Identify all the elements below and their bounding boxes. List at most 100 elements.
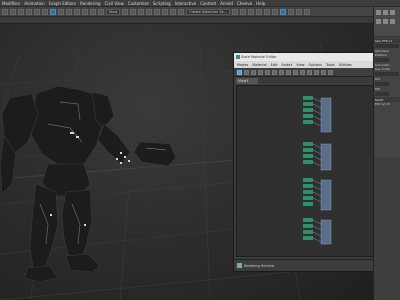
- display-tab-icon[interactable]: [383, 19, 388, 24]
- snap-icon[interactable]: [146, 8, 153, 15]
- schematic-view-icon[interactable]: [272, 8, 279, 15]
- key-mode-field[interactable]: [375, 72, 399, 76]
- node-view-canvas[interactable]: [236, 85, 374, 257]
- rotate-icon[interactable]: [90, 8, 96, 15]
- hide-unused-icon[interactable]: [279, 69, 284, 75]
- menu-item-interactive[interactable]: Interactive: [175, 1, 197, 6]
- render-setup-icon[interactable]: [288, 8, 295, 15]
- link-icon[interactable]: [18, 8, 24, 15]
- slate-menu-modes[interactable]: Modes: [237, 63, 248, 67]
- menu-item-help[interactable]: Help: [256, 1, 265, 6]
- toggle-ribbon-icon[interactable]: [256, 8, 263, 15]
- material-map-navigator-icon[interactable]: [314, 69, 319, 75]
- select-tool-icon[interactable]: [237, 69, 242, 75]
- utilities-tab-icon[interactable]: [390, 19, 395, 24]
- slate-toolbar: [234, 68, 375, 77]
- move-icon[interactable]: [82, 8, 88, 15]
- select-object-icon[interactable]: [50, 8, 56, 15]
- show-background-icon[interactable]: [293, 69, 298, 75]
- layer-explorer-icon[interactable]: [248, 8, 255, 15]
- material-node-group-1: [303, 96, 332, 133]
- material-node-group-4: [303, 218, 332, 245]
- scale-icon[interactable]: [98, 8, 104, 15]
- ribbon-bar: [0, 17, 373, 24]
- slate-menu-view[interactable]: View: [296, 63, 304, 67]
- assign-material-icon[interactable]: [258, 69, 263, 75]
- rectangular-selection-icon[interactable]: [66, 8, 72, 15]
- motion-tab-icon[interactable]: [376, 19, 381, 24]
- slate-menu-bar: Modes Material Edit Select View Options …: [234, 61, 375, 68]
- menu-item-scripting[interactable]: Scripting: [153, 1, 171, 6]
- undo-icon[interactable]: [2, 8, 8, 15]
- filter-icon[interactable]: [42, 8, 48, 15]
- select-by-material-icon[interactable]: [328, 69, 333, 75]
- material-node-group-3: [303, 178, 332, 211]
- bind-icon[interactable]: [34, 8, 40, 15]
- select-manipulate-icon[interactable]: [130, 8, 137, 15]
- put-to-scene-icon[interactable]: [251, 69, 256, 75]
- parameter-editor-icon[interactable]: [321, 69, 326, 75]
- position-label: Position: [375, 53, 387, 57]
- rendered-frame-icon[interactable]: [296, 8, 303, 15]
- keyboard-shortcut-icon[interactable]: [138, 8, 145, 15]
- spinner-snap-icon[interactable]: [170, 8, 177, 15]
- percent-snap-icon[interactable]: [162, 8, 169, 15]
- redo-icon[interactable]: [10, 8, 16, 15]
- select-by-name-icon[interactable]: [58, 8, 64, 15]
- mtl-label: Mtl: [375, 87, 380, 91]
- slate-title-bar[interactable]: Slate Material Editor: [234, 53, 375, 61]
- menu-item-graph-editors[interactable]: Graph Editors: [49, 1, 76, 6]
- slate-menu-options[interactable]: Options: [309, 63, 323, 67]
- reference-coordinate-dropdown[interactable]: View: [106, 8, 121, 15]
- delete-icon[interactable]: [265, 69, 270, 75]
- render-production-icon[interactable]: [304, 8, 311, 15]
- material-editor-icon[interactable]: [280, 8, 287, 15]
- menu-item-cheeva[interactable]: Cheeva: [237, 1, 252, 6]
- material-node-group-2: [303, 142, 332, 171]
- hierarchy-tab-icon[interactable]: [390, 10, 395, 15]
- layout-all-icon[interactable]: [300, 69, 305, 75]
- material-editor-icon: [236, 55, 240, 59]
- move-children-icon[interactable]: [272, 69, 277, 75]
- main-menu-bar: Modifiers Animation Graph Editors Render…: [0, 0, 400, 7]
- slate-menu-select[interactable]: Select: [281, 63, 292, 67]
- mtl-field[interactable]: [375, 92, 389, 96]
- tab-view1[interactable]: View1: [236, 78, 258, 84]
- command-panel-tabs: [374, 7, 400, 37]
- menu-item-customize[interactable]: Customize: [128, 1, 149, 6]
- slate-menu-tools[interactable]: Tools: [326, 63, 335, 67]
- slate-title: Slate Material Editor: [241, 55, 277, 59]
- menu-item-civil-view[interactable]: Civil View: [105, 1, 124, 6]
- edit-named-selection-icon[interactable]: [178, 8, 185, 15]
- window-crossing-icon[interactable]: [74, 8, 80, 15]
- unlink-icon[interactable]: [26, 8, 32, 15]
- modifier-list-dropdown[interactable]: [375, 44, 399, 48]
- pivot-icon[interactable]: [122, 8, 129, 15]
- material-node-graph: [303, 96, 332, 245]
- slate-menu-material[interactable]: Material: [252, 63, 266, 67]
- modify-tab-icon[interactable]: [383, 10, 388, 15]
- slate-menu-utilities[interactable]: Utilities: [339, 63, 352, 67]
- layout-children-icon[interactable]: [307, 69, 312, 75]
- slate-material-editor-window[interactable]: Slate Material Editor Modes Material Edi…: [233, 52, 376, 272]
- menu-item-arnold[interactable]: Arnold: [220, 1, 233, 6]
- curve-editor-icon[interactable]: [264, 8, 271, 15]
- angle-snap-icon[interactable]: [154, 8, 161, 15]
- menu-item-content[interactable]: Content: [200, 1, 216, 6]
- menu-item-modifiers[interactable]: Modifiers: [2, 1, 20, 6]
- slate-menu-edit[interactable]: Edit: [271, 63, 278, 67]
- named-selection-dropdown[interactable]: Create Selection Se...: [186, 8, 231, 15]
- modifier-section-title[interactable]: Skin FFD (1: [374, 38, 400, 43]
- slate-status-bar: Rendering finished: [234, 259, 375, 271]
- create-tab-icon[interactable]: [376, 10, 381, 15]
- mirror-icon[interactable]: [232, 8, 239, 15]
- pick-material-icon[interactable]: [244, 69, 249, 75]
- mtl-cyl-label: Mtl Cyl Ch: [375, 102, 391, 106]
- menu-item-animation[interactable]: Animation: [24, 1, 44, 6]
- show-map-icon[interactable]: [286, 69, 291, 75]
- rot-field[interactable]: [375, 82, 389, 86]
- position-field[interactable]: [375, 58, 389, 62]
- command-panel-empty-area: [374, 157, 400, 300]
- align-icon[interactable]: [240, 8, 247, 15]
- menu-item-rendering[interactable]: Rendering: [80, 1, 100, 6]
